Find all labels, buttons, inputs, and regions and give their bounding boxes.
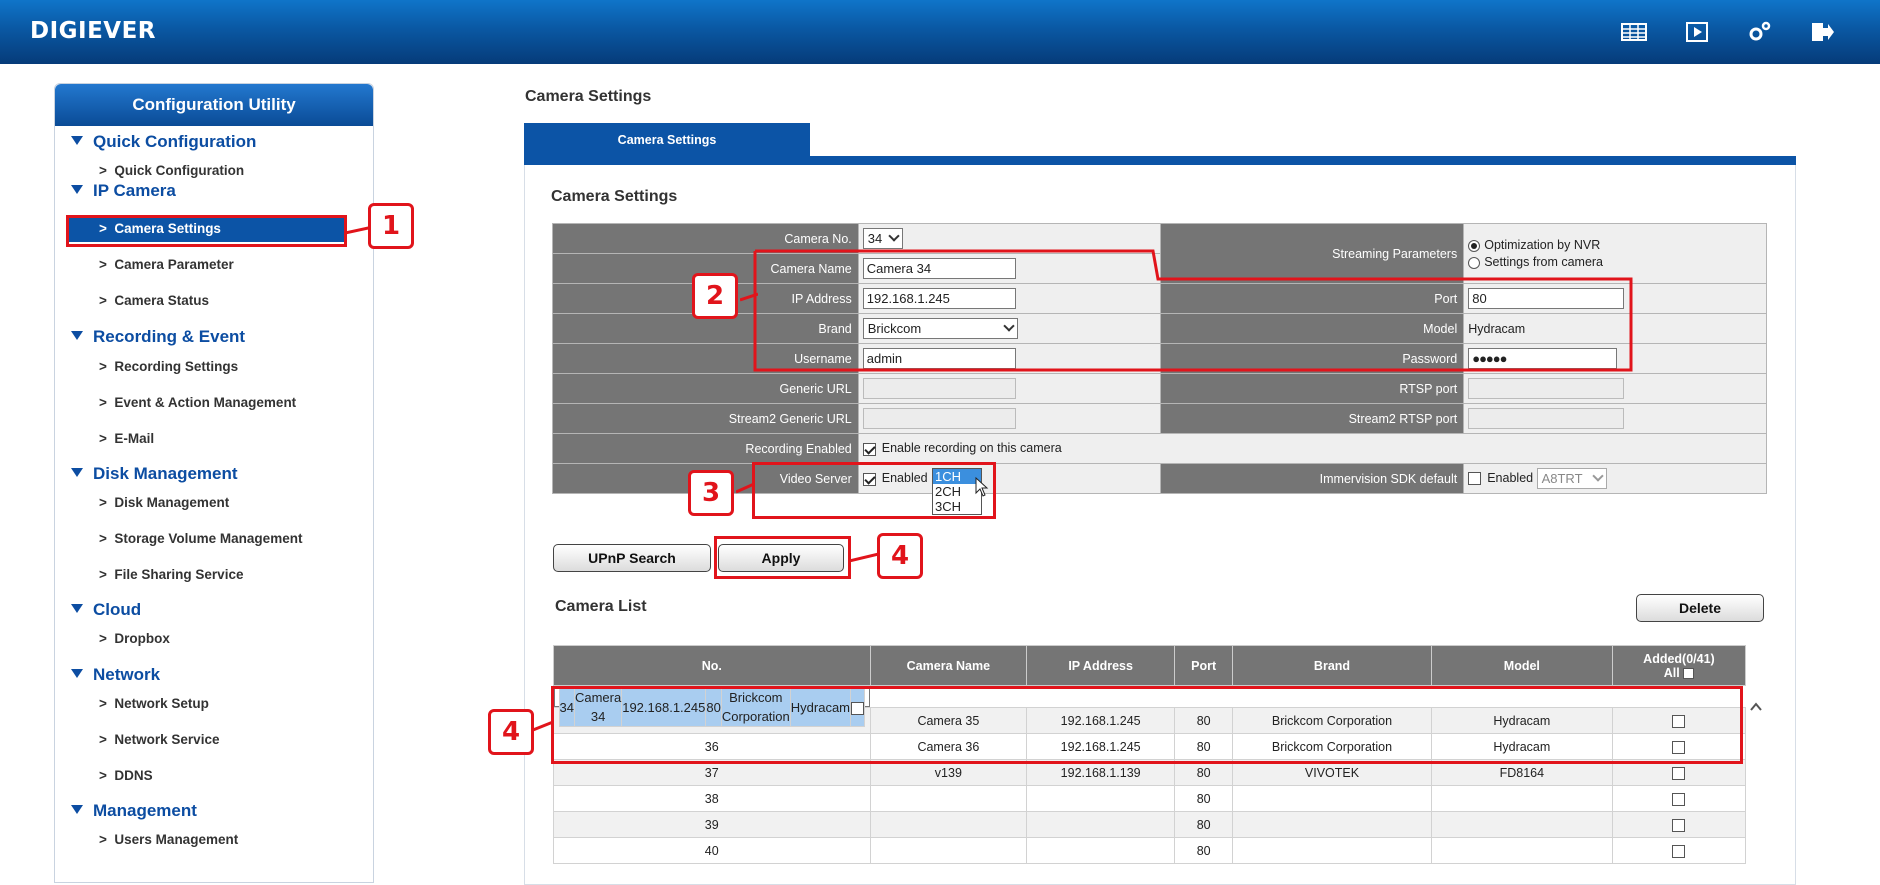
sidebar-item-storage-volume[interactable]: > Storage Volume Management (67, 526, 347, 552)
section-cloud[interactable]: Cloud (71, 600, 141, 620)
scroll-up-icon[interactable] (1749, 700, 1763, 714)
delete-button[interactable]: Delete (1636, 594, 1764, 622)
col-brand: Brand (1232, 645, 1432, 686)
sidebar: Configuration Utility Quick Configuratio… (54, 83, 374, 883)
grid-view-icon[interactable] (1621, 20, 1647, 44)
sidebar-item-network-service[interactable]: > Network Service (67, 727, 347, 753)
annotation-connector (740, 292, 758, 302)
annotation-box-1 (66, 215, 347, 247)
sidebar-item-camera-status[interactable]: > Camera Status (67, 288, 347, 314)
settings-icon[interactable] (1746, 20, 1772, 44)
section-management[interactable]: Management (71, 801, 197, 821)
sidebar-item-file-sharing[interactable]: > File Sharing Service (67, 562, 347, 588)
sidebar-item-network-setup[interactable]: > Network Setup (67, 691, 347, 717)
section-ip-camera[interactable]: IP Camera (71, 181, 176, 201)
expand-triangle-icon (71, 136, 83, 146)
col-added: Added(0/41) All (1611, 645, 1747, 686)
section-recording-event[interactable]: Recording & Event (71, 327, 245, 347)
col-ip-address: IP Address (1026, 645, 1176, 686)
page-title: Camera Settings (525, 88, 652, 105)
annotation-box-4a (714, 536, 851, 579)
expand-triangle-icon (71, 185, 83, 195)
expand-triangle-icon (71, 805, 83, 815)
sidebar-item-ddns[interactable]: > DDNS (67, 763, 347, 789)
immervision-checkbox[interactable] (1468, 472, 1482, 485)
tab-strip: Camera Settings (524, 123, 1796, 165)
camera-list-title: Camera List (555, 598, 647, 615)
annotation-connector (533, 720, 553, 732)
brand-logo: DIGIEVER (30, 18, 157, 44)
logout-icon[interactable] (1809, 20, 1835, 44)
recording-checkbox[interactable] (862, 442, 876, 456)
tab-camera-settings[interactable]: Camera Settings (524, 123, 810, 157)
row-checkbox[interactable] (1672, 766, 1686, 780)
annotation-badge-2: 2 (692, 273, 738, 319)
sidebar-item-recording-settings[interactable]: > Recording Settings (67, 354, 347, 380)
table-row[interactable]: 40 80 (553, 837, 1747, 864)
chevron-down-icon (888, 230, 900, 242)
sidebar-item-dropbox[interactable]: > Dropbox (67, 626, 347, 652)
annotation-connector (736, 482, 754, 494)
col-model: Model (1430, 645, 1613, 686)
annotation-badge-3: 3 (688, 470, 734, 516)
rtsp-port-label: RTSP port (1160, 373, 1465, 404)
section-quick-configuration[interactable]: Quick Configuration (71, 132, 256, 152)
generic-url-label: Generic URL (552, 373, 859, 404)
panel-title: Camera Settings (551, 188, 678, 205)
upnp-search-button[interactable]: UPnP Search (553, 544, 711, 572)
stream2-rtsp-label: Stream2 RTSP port (1160, 403, 1465, 434)
annotation-badge-4a: 4 (877, 533, 923, 579)
stream2-rtsp-input[interactable] (1468, 408, 1625, 429)
expand-triangle-icon (71, 331, 83, 341)
col-port: Port (1174, 645, 1234, 686)
stream2-url-input[interactable] (862, 408, 1016, 429)
sidebar-item-disk-management[interactable]: > Disk Management (67, 490, 347, 516)
top-bar: DIGIEVER (0, 0, 1880, 64)
table-row[interactable]: 38 80 (553, 785, 1747, 812)
select-all-checkbox[interactable] (1683, 667, 1695, 679)
annotation-box-3 (752, 462, 996, 519)
expand-triangle-icon (71, 669, 83, 679)
col-camera-name: Camera Name (869, 645, 1028, 686)
annotation-badge-4b: 4 (488, 709, 534, 755)
rtsp-port-input[interactable] (1468, 378, 1625, 399)
table-row[interactable]: 39 80 (553, 811, 1747, 838)
sidebar-title: Configuration Utility (55, 84, 373, 126)
recording-text: Enable recording on this camera (881, 441, 1062, 456)
annotation-box-4b (551, 686, 1743, 764)
col-no: No. (553, 645, 871, 686)
annotation-badge-1: 1 (368, 203, 414, 249)
section-network[interactable]: Network (71, 665, 160, 685)
table-header-row: No. Camera Name IP Address Port Brand Mo… (553, 645, 1747, 686)
generic-url-input[interactable] (862, 378, 1016, 399)
row-checkbox[interactable] (1672, 818, 1686, 832)
sidebar-item-email[interactable]: > E-Mail (67, 426, 347, 452)
sidebar-item-camera-parameter[interactable]: > Camera Parameter (67, 252, 347, 278)
row-checkbox[interactable] (1672, 792, 1686, 806)
section-disk-management[interactable]: Disk Management (71, 464, 238, 484)
stream2-url-label: Stream2 Generic URL (552, 403, 859, 434)
row-checkbox[interactable] (1672, 844, 1686, 858)
expand-triangle-icon (71, 468, 83, 478)
recording-enabled-label: Recording Enabled (552, 433, 859, 464)
sidebar-item-event-action[interactable]: > Event & Action Management (67, 390, 347, 416)
immervision-label: Immervision SDK default (1160, 463, 1465, 494)
playback-icon[interactable] (1684, 20, 1710, 44)
chevron-down-icon (1591, 470, 1604, 482)
immervision-select[interactable]: A8TRT (1536, 468, 1607, 489)
expand-triangle-icon (71, 604, 83, 614)
annotation-outline-2 (753, 249, 1633, 372)
sidebar-item-users-management[interactable]: > Users Management (67, 827, 347, 853)
